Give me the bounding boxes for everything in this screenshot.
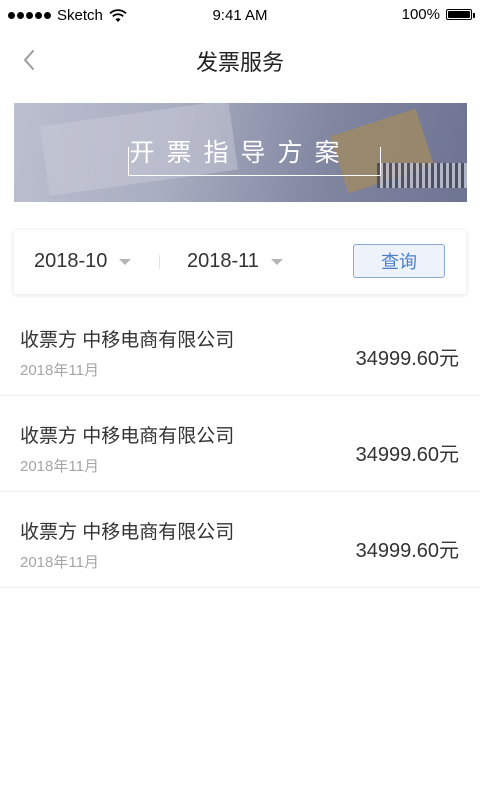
start-month-value: 2018-10 [34,250,108,272]
banner-title-text: 开票指导方案 [129,139,352,167]
recipient-label: 收票方 中移电商有限公司 [20,426,235,447]
invoice-amount: 34999.60元 [355,348,459,370]
banner-title: 开票指导方案 [14,133,467,169]
list-item[interactable]: 收票方 中移电商有限公司 2018年11月 34999.60元 [0,492,480,588]
date-filter-card: 2018-10 2018-11 查询 [14,230,466,294]
nav-bar: 发票服务 [0,32,480,88]
recipient-label: 收票方 中移电商有限公司 [20,522,235,543]
chevron-down-icon [119,258,132,265]
invoice-date: 2018年11月 [20,458,99,475]
divider [159,255,160,269]
battery-icon [446,9,475,20]
start-month-select[interactable]: 2018-10 [34,250,132,273]
invoice-list: 收票方 中移电商有限公司 2018年11月 34999.60元 收票方 中移电商… [0,300,480,588]
chevron-down-icon [270,258,283,265]
battery-fill [448,11,470,18]
status-bar: Sketch 9:41 AM 100% [0,0,480,32]
status-right: 100% [401,6,475,23]
invoice-amount: 34999.60元 [355,444,459,466]
recipient-label: 收票方 中移电商有限公司 [20,330,235,351]
page-title: 发票服务 [195,50,284,75]
list-item[interactable]: 收票方 中移电商有限公司 2018年11月 34999.60元 [0,300,480,396]
end-month-select[interactable]: 2018-11 [187,250,283,273]
query-button[interactable]: 查询 [353,244,445,278]
invoice-date: 2018年11月 [20,362,99,379]
guide-banner[interactable]: 开票指导方案 [14,103,467,202]
invoice-amount: 34999.60元 [355,540,459,562]
battery-percent: 100% [401,6,440,23]
invoice-date: 2018年11月 [20,554,99,571]
list-item[interactable]: 收票方 中移电商有限公司 2018年11月 34999.60元 [0,396,480,492]
end-month-value: 2018-11 [187,250,259,272]
